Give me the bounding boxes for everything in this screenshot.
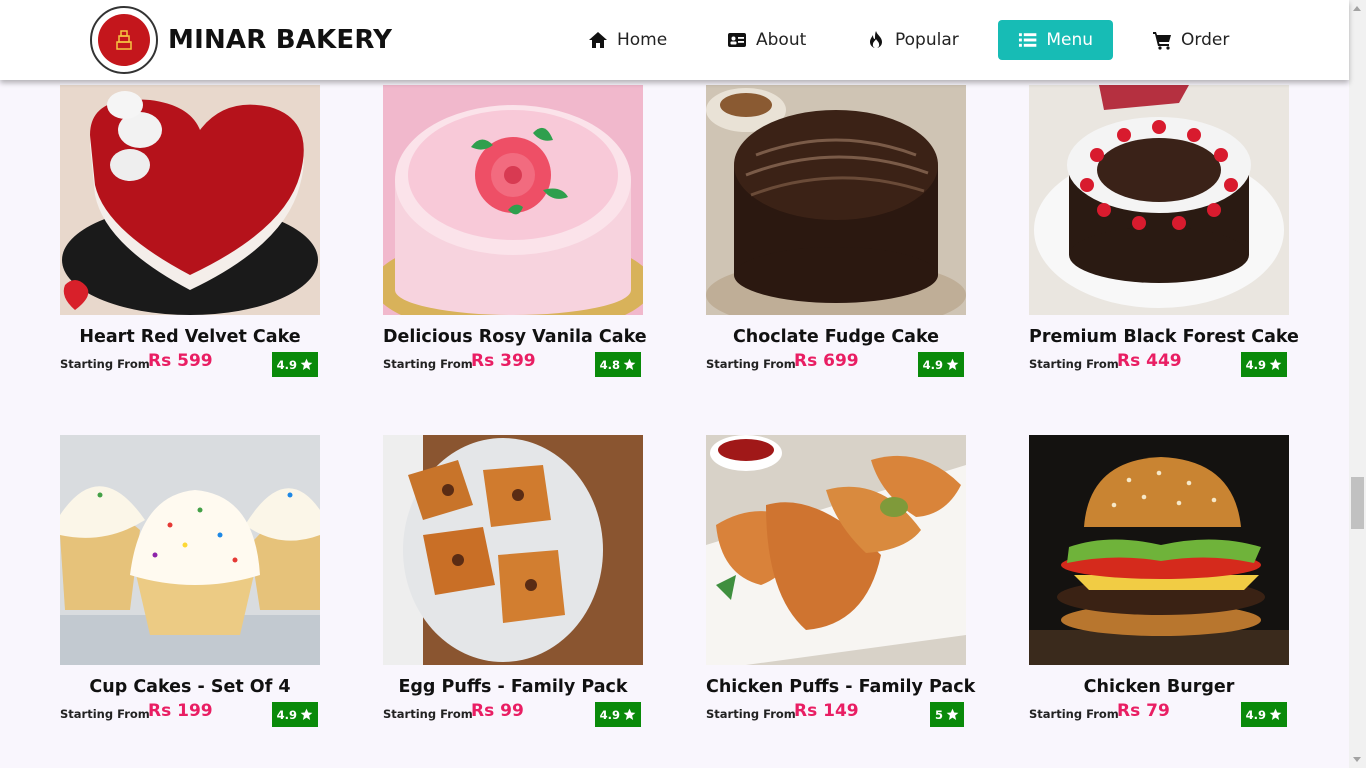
- product-price: Rs 99: [471, 701, 524, 721]
- id-card-icon: [728, 33, 746, 47]
- product-name: Egg Puffs - Family Pack: [398, 677, 628, 697]
- rating-value: 4.8: [599, 357, 620, 372]
- fire-icon: [870, 31, 882, 49]
- star-icon: [623, 708, 636, 721]
- product-image[interactable]: [1029, 85, 1289, 315]
- price-prefix: Starting From: [60, 357, 150, 371]
- nav-about[interactable]: About: [727, 20, 806, 60]
- product-name: Heart Red Velvet Cake: [79, 327, 301, 347]
- product-price: Rs 149: [794, 701, 859, 721]
- product-name: Cup Cakes - Set Of 4: [89, 677, 291, 697]
- nav-order-label: Order: [1181, 30, 1230, 50]
- cart-icon: [1153, 32, 1171, 50]
- brand-name[interactable]: MINAR BAKERY: [168, 25, 392, 55]
- product-name: Chicken Burger: [1083, 677, 1235, 697]
- product-price: Rs 399: [471, 351, 536, 371]
- price-prefix: Starting From: [706, 357, 796, 371]
- rating-badge: 4.8: [594, 352, 641, 377]
- product-price: Rs 699: [794, 351, 859, 371]
- product-card[interactable]: Egg Puffs - Family Pack Starting From Rs…: [383, 435, 643, 727]
- rating-value: 4.9: [276, 707, 297, 722]
- nav-about-label: About: [756, 30, 807, 50]
- rating-badge: 4.9: [271, 702, 318, 727]
- product-name: Choclate Fudge Cake: [732, 327, 940, 347]
- product-card[interactable]: Chicken Burger Starting From Rs 79 4.9: [1029, 435, 1289, 727]
- product-image[interactable]: [1029, 435, 1289, 665]
- product-card[interactable]: Delicious Rosy Vanila Cake Starting From…: [383, 85, 647, 377]
- star-icon: [1269, 358, 1282, 371]
- product-price: Rs 79: [1117, 701, 1170, 721]
- product-card[interactable]: Heart Red Velvet Cake Starting From Rs 5…: [60, 85, 320, 377]
- top-navbar: MINAR BAKERY Home About Popular Menu Ord…: [0, 0, 1349, 80]
- list-icon: [1018, 33, 1037, 47]
- star-icon: [946, 708, 959, 721]
- price-prefix: Starting From: [383, 357, 473, 371]
- product-image[interactable]: [383, 435, 643, 665]
- rating-badge: 4.9: [271, 352, 318, 377]
- nav-menu[interactable]: Menu: [998, 20, 1113, 60]
- product-price: Rs 449: [1117, 351, 1182, 371]
- rating-value: 4.9: [276, 357, 297, 372]
- nav-popular[interactable]: Popular: [866, 20, 959, 60]
- page-scrollbar[interactable]: [1349, 0, 1366, 768]
- product-card[interactable]: Cup Cakes - Set Of 4 Starting From Rs 19…: [60, 435, 320, 727]
- rating-value: 4.9: [922, 357, 943, 372]
- star-icon: [623, 358, 636, 371]
- nav-home-label: Home: [617, 30, 668, 50]
- scroll-down-arrow-icon[interactable]: [1353, 757, 1361, 762]
- price-prefix: Starting From: [383, 707, 473, 721]
- product-image[interactable]: [706, 435, 966, 665]
- star-icon: [300, 708, 313, 721]
- star-icon: [1269, 708, 1282, 721]
- nav-order[interactable]: Order: [1152, 20, 1229, 60]
- price-prefix: Starting From: [60, 707, 150, 721]
- rating-value: 4.9: [1245, 707, 1266, 722]
- rating-badge: 4.9: [594, 702, 641, 727]
- bakery-logo[interactable]: [90, 6, 158, 74]
- product-image[interactable]: [383, 85, 643, 315]
- scrollbar-thumb[interactable]: [1351, 477, 1364, 529]
- scroll-up-arrow-icon[interactable]: [1353, 6, 1361, 11]
- product-price: Rs 599: [148, 351, 213, 371]
- cake-logo-icon: [98, 14, 150, 66]
- price-prefix: Starting From: [1029, 707, 1119, 721]
- nav-popular-label: Popular: [895, 30, 959, 50]
- product-card[interactable]: Choclate Fudge Cake Starting From Rs 699…: [706, 85, 966, 377]
- rating-badge: 4.9: [1240, 702, 1287, 727]
- rating-value: 4.9: [1245, 357, 1266, 372]
- nav-menu-label: Menu: [1046, 30, 1093, 50]
- rating-badge: 5: [929, 702, 964, 727]
- price-prefix: Starting From: [1029, 357, 1119, 371]
- rating-value: 5: [934, 707, 943, 722]
- price-prefix: Starting From: [706, 707, 796, 721]
- product-price: Rs 199: [148, 701, 213, 721]
- product-name: Premium Black Forest Cake: [1029, 327, 1299, 347]
- product-card[interactable]: Chicken Puffs - Family Pack Starting Fro…: [706, 435, 976, 727]
- product-card[interactable]: Premium Black Forest Cake Starting From …: [1029, 85, 1299, 377]
- star-icon: [300, 358, 313, 371]
- product-name: Delicious Rosy Vanila Cake: [383, 327, 647, 347]
- rating-badge: 4.9: [1240, 352, 1287, 377]
- home-icon: [589, 32, 607, 48]
- product-image[interactable]: [60, 435, 320, 665]
- rating-value: 4.9: [599, 707, 620, 722]
- nav-home[interactable]: Home: [588, 20, 667, 60]
- star-icon: [946, 358, 959, 371]
- rating-badge: 4.9: [917, 352, 964, 377]
- product-name: Chicken Puffs - Family Pack: [706, 677, 976, 697]
- product-image[interactable]: [60, 85, 320, 315]
- product-image[interactable]: [706, 85, 966, 315]
